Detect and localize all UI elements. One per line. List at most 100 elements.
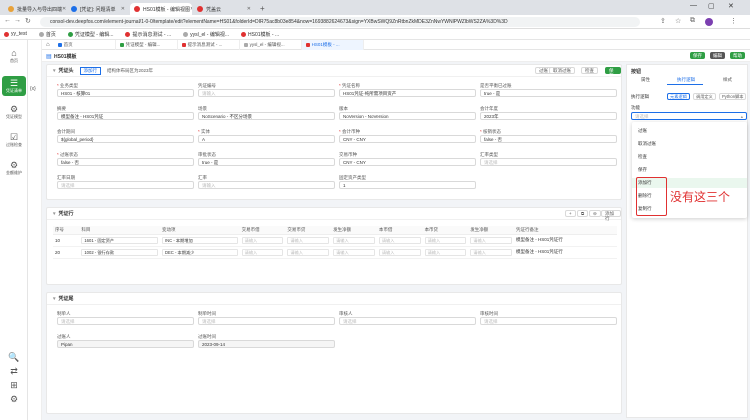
field-input[interactable]: 请输入 <box>198 181 335 189</box>
close-icon[interactable]: ✕ <box>121 6 125 12</box>
amount-cell[interactable]: 请输入 <box>422 234 469 247</box>
field-input[interactable]: Pipan <box>57 340 194 348</box>
bookmark-item[interactable]: 提示消息测试 - ... <box>125 31 171 38</box>
field-input[interactable]: true - 是 <box>198 158 335 166</box>
bottom-nav-icon[interactable]: ⚙ <box>2 394 26 404</box>
delete-line-icon[interactable]: ⊖ <box>589 210 601 217</box>
amount-cell[interactable]: 请输入 <box>331 234 377 247</box>
amount-cell[interactable]: 请输入 <box>239 234 286 247</box>
nav-item[interactable]: ⌂ 首页 <box>2 48 26 64</box>
extensions-icon[interactable]: ⧉ <box>690 17 695 25</box>
browser-tab[interactable]: 凭盖云 ✕ <box>193 3 255 15</box>
header-action-button[interactable]: 取消过账 <box>549 67 575 74</box>
field-input[interactable]: 2023年 <box>480 112 617 120</box>
nav-item[interactable]: ⚙ 凭证模型 <box>2 104 26 120</box>
app-tab[interactable]: HS01模板 - ... <box>301 39 364 50</box>
field-input[interactable]: HS01凭证-纯所需项目资产 <box>339 89 476 97</box>
field-input[interactable]: A <box>198 135 335 143</box>
amount-input[interactable]: 请输入 <box>470 248 513 256</box>
add-line-button[interactable]: 添加行 <box>601 210 621 221</box>
field-input[interactable]: ${global_period} <box>57 135 194 143</box>
bookmark-item[interactable]: yy_test <box>4 31 27 37</box>
python-script-button[interactable]: Python脚本 <box>719 93 747 100</box>
field-input[interactable]: NoScenario - 不区分场景 <box>198 112 335 120</box>
browser-tab[interactable]: [凭证]: 问题清单 ✕ <box>67 3 129 15</box>
dropdown-option[interactable]: 取消过账 <box>632 139 747 149</box>
collapse-icon[interactable]: ▾ <box>53 296 56 302</box>
field-input[interactable]: 请选择 <box>480 158 617 166</box>
header-action-button[interactable]: 保存 <box>605 67 621 78</box>
app-tab[interactable]: 凭证模型 - 编辑... <box>116 39 178 50</box>
dropdown-option[interactable]: 保存 <box>632 165 747 175</box>
bottom-nav-icon[interactable]: 🔍 <box>2 352 26 362</box>
amount-input[interactable]: 请输入 <box>333 236 375 244</box>
close-icon[interactable]: ✕ <box>190 6 192 12</box>
amount-input[interactable]: 请输入 <box>241 236 284 244</box>
account-value[interactable]: 1601 - 固定资产 <box>81 236 158 244</box>
nav-item[interactable]: ☑ 过账检查 <box>2 132 26 148</box>
bookmark-item[interactable]: 凭证模型 - 编辑... <box>67 31 113 38</box>
field-input[interactable]: 请选择 <box>57 317 194 325</box>
new-tab-icon[interactable]: + <box>260 4 265 13</box>
account-cell[interactable]: 1002 - 银行存款 <box>79 246 160 259</box>
nav-item[interactable]: ⚙ 金额维护 <box>2 160 26 176</box>
amount-input[interactable]: 请输入 <box>241 248 284 256</box>
amount-input[interactable]: 请输入 <box>424 248 467 256</box>
star-icon[interactable]: ☆ <box>675 17 681 25</box>
account-cell[interactable]: 1601 - 固定资产 <box>79 234 160 247</box>
amount-input[interactable]: 请输入 <box>333 248 375 256</box>
browser-tab[interactable]: HS01模板 - 编辑视图✕ <box>130 3 192 15</box>
bottom-nav-icon[interactable]: ⊞ <box>2 380 26 390</box>
home-icon[interactable]: ⌂ <box>42 42 54 48</box>
app-tab[interactable]: 提示消息测试 - ... <box>178 39 240 50</box>
amount-cell[interactable]: 请输入 <box>331 246 377 259</box>
movement-value[interactable]: DEC - 本期减少 <box>161 248 238 256</box>
amount-input[interactable]: 请输入 <box>287 248 330 256</box>
amount-cell[interactable]: 请输入 <box>285 246 332 259</box>
back-icon[interactable]: ← <box>4 17 11 24</box>
amount-cell[interactable]: 请输入 <box>422 246 469 259</box>
nav-item[interactable]: ☰ 凭证清单 <box>2 76 26 96</box>
amount-cell[interactable]: 请输入 <box>468 246 515 259</box>
bottom-nav-icon[interactable]: ⇄ <box>2 366 26 376</box>
variable-icon[interactable]: {x} <box>30 86 36 92</box>
field-input[interactable]: CNY - CNY <box>339 158 476 166</box>
dropdown-option[interactable]: 过账 <box>632 126 747 136</box>
movement-cell[interactable]: DEC - 本期减少 <box>159 246 240 259</box>
field-input[interactable]: 2023-09-14 <box>198 340 335 348</box>
element-logic-button[interactable]: 元素逻辑 <box>667 93 690 100</box>
app-tab[interactable]: yysl_el - 编辑视... <box>240 39 302 50</box>
amount-input[interactable]: 请输入 <box>470 236 513 244</box>
browser-tab[interactable]: 批量导入与导出四端 ✕ <box>4 3 66 15</box>
field-input[interactable]: CNY - CNY <box>339 135 476 143</box>
func-select[interactable]: 请选择 ▴ <box>631 112 747 120</box>
add-row-tag[interactable]: 添加行 <box>79 66 102 75</box>
field-input[interactable]: 请选择 <box>339 317 476 325</box>
field-input[interactable]: 请选择 <box>198 317 335 325</box>
account-value[interactable]: 1002 - 银行存款 <box>81 248 158 256</box>
amount-input[interactable]: 请输入 <box>378 236 421 244</box>
collapse-icon[interactable]: ▾ <box>53 68 56 74</box>
amount-cell[interactable]: 请输入 <box>376 234 423 247</box>
amount-cell[interactable]: 请输入 <box>468 234 515 247</box>
field-input[interactable]: NoVersion - NoVersion <box>339 112 476 120</box>
call-definition-button[interactable]: 调用定义 <box>693 93 716 100</box>
amount-cell[interactable]: 请输入 <box>239 246 286 259</box>
movement-value[interactable]: INC - 本期增加 <box>161 236 238 244</box>
minimize-icon[interactable]: — <box>690 2 697 9</box>
amount-input[interactable]: 请输入 <box>287 236 330 244</box>
avatar[interactable] <box>705 18 713 26</box>
field-input[interactable]: 请选择 <box>57 181 194 189</box>
help-button[interactable]: 帮助 <box>730 52 745 59</box>
field-input[interactable]: false - 否 <box>57 158 194 166</box>
more-icon[interactable]: ⋮ <box>730 17 737 25</box>
header-action-button[interactable]: 检查 <box>581 67 598 74</box>
amount-cell[interactable]: 请输入 <box>376 246 423 259</box>
bookmark-item[interactable]: 首页 <box>38 31 56 38</box>
reload-icon[interactable]: ↻ <box>25 17 31 25</box>
close-window-icon[interactable]: ✕ <box>728 2 734 10</box>
field-input[interactable]: 请选择 <box>480 317 617 325</box>
copy-line-icon[interactable]: ⧉ <box>577 210 589 217</box>
field-input[interactable]: HS01 - 核算01 <box>57 89 194 97</box>
bookmark-item[interactable]: HS01模板 - ... <box>241 31 279 38</box>
